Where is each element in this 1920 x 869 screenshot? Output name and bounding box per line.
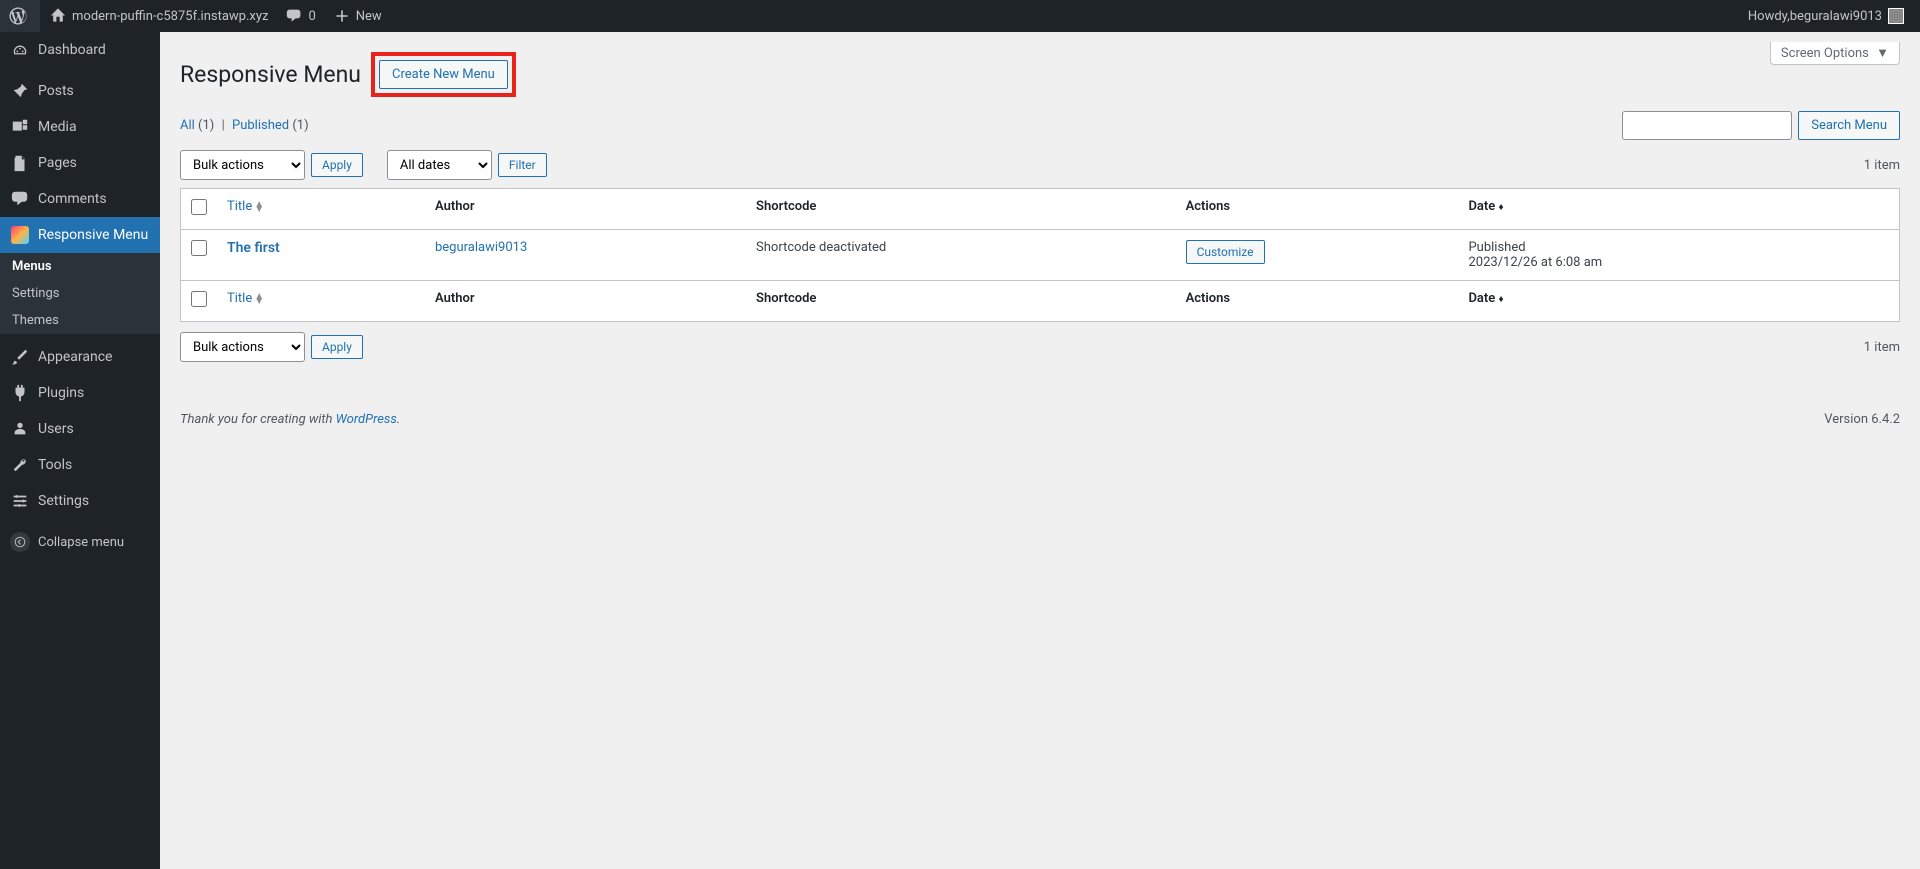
submenu-themes[interactable]: Themes	[0, 307, 160, 334]
caret-down-icon: ▼	[1876, 46, 1889, 61]
row-title-link[interactable]: The first	[227, 240, 280, 256]
sidebar-media[interactable]: Media	[0, 109, 160, 145]
wordpress-link[interactable]: WordPress	[336, 412, 397, 427]
howdy-prefix: Howdy,	[1748, 9, 1790, 24]
footer-thanks: Thank you for creating with WordPress.	[180, 412, 400, 427]
sidebar-appearance[interactable]: Appearance	[0, 339, 160, 375]
sidebar-posts[interactable]: Posts	[0, 73, 160, 109]
col-author: Author	[425, 189, 746, 230]
table-row: The first beguralawi9013 Shortcode deact…	[181, 230, 1900, 281]
col-date[interactable]: Date ♦	[1458, 189, 1899, 230]
apply-button-top[interactable]: Apply	[311, 153, 363, 177]
filter-published-count: (1)	[292, 118, 308, 133]
create-new-menu-button[interactable]: Create New Menu	[379, 60, 508, 89]
bulk-actions-select-top[interactable]: Bulk actions	[180, 150, 305, 180]
filter-all[interactable]: All	[180, 118, 195, 133]
sidebar-dashboard[interactable]: Dashboard	[0, 32, 160, 68]
item-count-bottom: 1 item	[1864, 340, 1900, 355]
page-title: Responsive Menu	[180, 61, 361, 88]
row-author-link[interactable]: beguralawi9013	[435, 240, 527, 255]
sort-icon: ▲▼	[254, 202, 264, 212]
username: beguralawi9013	[1790, 9, 1882, 24]
col-title-foot[interactable]: Title▲▼	[217, 281, 425, 322]
sort-icon: ♦	[1499, 202, 1504, 213]
sliders-icon	[10, 491, 30, 511]
new-label: New	[356, 9, 382, 24]
dashboard-icon	[10, 40, 30, 60]
apply-button-bottom[interactable]: Apply	[311, 335, 363, 359]
user-icon	[10, 419, 30, 439]
media-icon	[10, 117, 30, 137]
plus-icon	[332, 6, 352, 26]
user-account-menu[interactable]: Howdy, beguralawi9013	[1740, 0, 1912, 32]
sidebar-users[interactable]: Users	[0, 411, 160, 447]
col-title[interactable]: Title▲▼	[217, 189, 425, 230]
row-checkbox[interactable]	[191, 240, 207, 256]
filter-all-count: (1)	[198, 118, 214, 133]
filter-button[interactable]: Filter	[498, 153, 547, 177]
item-count-top: 1 item	[1864, 158, 1900, 173]
home-icon	[48, 6, 68, 26]
select-all-top[interactable]	[191, 199, 207, 215]
sidebar-settings[interactable]: Settings	[0, 483, 160, 519]
comment-count: 0	[308, 9, 315, 24]
row-shortcode: Shortcode deactivated	[746, 230, 1176, 281]
sidebar-plugins[interactable]: Plugins	[0, 375, 160, 411]
new-content-link[interactable]: New	[324, 0, 390, 32]
sidebar-tools[interactable]: Tools	[0, 447, 160, 483]
comments-link[interactable]: 0	[276, 0, 323, 32]
sidebar-responsive-menu[interactable]: Responsive Menu	[0, 217, 160, 253]
col-actions: Actions	[1176, 189, 1459, 230]
bulk-actions-select-bottom[interactable]: Bulk actions	[180, 332, 305, 362]
avatar	[1888, 8, 1904, 24]
site-name-link[interactable]: modern-puffin-c5875f.instawp.xyz	[40, 0, 276, 32]
sidebar-pages[interactable]: Pages	[0, 145, 160, 181]
sort-icon: ♦	[1499, 294, 1504, 305]
site-name: modern-puffin-c5875f.instawp.xyz	[72, 9, 268, 24]
sidebar-comments[interactable]: Comments	[0, 181, 160, 217]
date-filter-select[interactable]: All dates	[387, 150, 492, 180]
wrench-icon	[10, 455, 30, 475]
col-shortcode: Shortcode	[746, 189, 1176, 230]
comment-icon	[284, 6, 304, 26]
collapse-icon	[10, 532, 30, 552]
footer-version: Version 6.4.2	[1824, 412, 1900, 427]
wp-logo-menu[interactable]	[0, 0, 40, 32]
collapse-menu[interactable]: Collapse menu	[0, 524, 160, 560]
screen-options-toggle[interactable]: Screen Options ▼	[1770, 42, 1900, 65]
filter-published[interactable]: Published	[232, 118, 289, 133]
highlight-annotation: Create New Menu	[371, 52, 516, 97]
responsive-menu-icon	[10, 225, 30, 245]
brush-icon	[10, 347, 30, 367]
select-all-bottom[interactable]	[191, 291, 207, 307]
submenu-settings[interactable]: Settings	[0, 280, 160, 307]
sort-icon: ▲▼	[254, 294, 264, 304]
wordpress-icon	[8, 6, 28, 26]
pin-icon	[10, 81, 30, 101]
plug-icon	[10, 383, 30, 403]
col-date-foot[interactable]: Date ♦	[1458, 281, 1899, 322]
row-date-value: 2023/12/26 at 6:08 am	[1468, 255, 1889, 270]
submenu-menus[interactable]: Menus	[0, 253, 160, 280]
customize-button[interactable]: Customize	[1186, 240, 1265, 264]
search-input[interactable]	[1622, 111, 1792, 140]
comments-icon	[10, 189, 30, 209]
row-date-status: Published	[1468, 240, 1889, 255]
search-menu-button[interactable]: Search Menu	[1798, 111, 1900, 140]
page-icon	[10, 153, 30, 173]
